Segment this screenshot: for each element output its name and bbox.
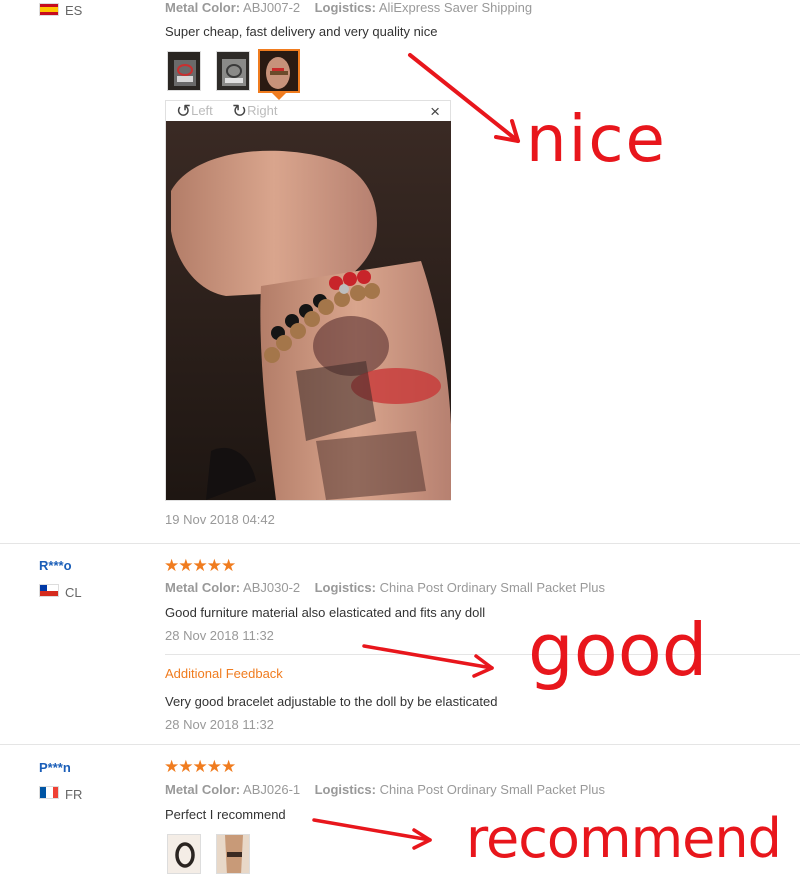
logistics-label: Logistics: bbox=[314, 782, 376, 797]
reviewer-name[interactable]: P***n bbox=[39, 760, 71, 775]
review-text: Perfect I recommend bbox=[165, 807, 286, 822]
metal-color-value: ABJ007-2 bbox=[243, 0, 301, 15]
annotation-arrow-good bbox=[362, 644, 494, 678]
reviewer-name[interactable]: R***o bbox=[39, 558, 72, 573]
review-text: Super cheap, fast delivery and very qual… bbox=[165, 24, 438, 39]
review-photo-thumb-1[interactable] bbox=[167, 834, 201, 874]
france-flag-icon bbox=[39, 786, 59, 799]
logistics-value: China Post Ordinary Small Packet Plus bbox=[379, 580, 606, 595]
review-meta: Metal Color: ABJ007-2 Logistics: AliExpr… bbox=[165, 0, 532, 15]
additional-feedback-label: Additional Feedback bbox=[165, 666, 283, 681]
additional-feedback-date: 28 Nov 2018 11:32 bbox=[165, 717, 274, 732]
rotate-right-icon: ↻ bbox=[232, 101, 248, 121]
country-code: ES bbox=[65, 3, 83, 18]
wrist-photo-thumbnail bbox=[260, 51, 298, 91]
chile-flag-icon bbox=[39, 584, 59, 597]
logistics-label: Logistics: bbox=[314, 0, 376, 15]
rotate-left-icon: ↺ bbox=[176, 101, 192, 121]
bracelet-package-thumbnail bbox=[217, 52, 249, 90]
metal-color-value: ABJ026-1 bbox=[243, 782, 301, 797]
spain-flag-icon bbox=[39, 3, 59, 16]
metal-color-value: ABJ030-2 bbox=[243, 580, 301, 595]
rotate-right-button[interactable]: ↻Right bbox=[232, 101, 277, 122]
review-photo-large bbox=[166, 121, 451, 500]
star-rating: ★★★★★ bbox=[164, 757, 236, 776]
logistics-label: Logistics: bbox=[314, 580, 376, 595]
bracelet-thumbnail bbox=[168, 835, 200, 873]
review-meta: Metal Color: ABJ026-1 Logistics: China P… bbox=[165, 782, 605, 797]
review-text: Good furniture material also elasticated… bbox=[165, 605, 486, 620]
metal-color-label: Metal Color: bbox=[165, 782, 241, 797]
metal-color-label: Metal Color: bbox=[165, 580, 241, 595]
review-date: 28 Nov 2018 11:32 bbox=[165, 628, 274, 643]
review-photo-thumb-2[interactable] bbox=[216, 51, 250, 91]
review-photo-thumb-1[interactable] bbox=[167, 51, 201, 91]
review-photo-thumb-2[interactable] bbox=[216, 834, 250, 874]
annotation-arrow-recommend bbox=[312, 818, 432, 850]
country-code: CL bbox=[65, 585, 82, 600]
rotate-left-button[interactable]: ↺Left bbox=[176, 101, 213, 122]
logistics-value: AliExpress Saver Shipping bbox=[378, 0, 533, 15]
additional-feedback-text: Very good bracelet adjustable to the dol… bbox=[165, 694, 498, 709]
bracelet-package-thumbnail bbox=[168, 52, 200, 90]
review-divider bbox=[0, 543, 800, 544]
metal-color-label: Metal Color: bbox=[165, 0, 241, 15]
review-divider bbox=[0, 744, 800, 745]
review-photo-thumb-3-selected[interactable] bbox=[258, 49, 300, 93]
star-rating: ★★★★★ bbox=[164, 556, 236, 575]
annotation-text-recommend: recommend bbox=[466, 807, 782, 870]
review-date: 19 Nov 2018 04:42 bbox=[165, 512, 275, 527]
annotation-arrow-nice bbox=[408, 53, 520, 143]
annotation-text-nice: nice bbox=[526, 103, 667, 177]
bracelet-on-arm-thumbnail bbox=[217, 835, 249, 873]
country-code: FR bbox=[65, 787, 83, 802]
logistics-value: China Post Ordinary Small Packet Plus bbox=[379, 782, 606, 797]
review-meta: Metal Color: ABJ030-2 Logistics: China P… bbox=[165, 580, 605, 595]
photo-viewer: ↺Left ↻Right × bbox=[165, 100, 451, 501]
annotation-text-good: good bbox=[528, 608, 708, 692]
